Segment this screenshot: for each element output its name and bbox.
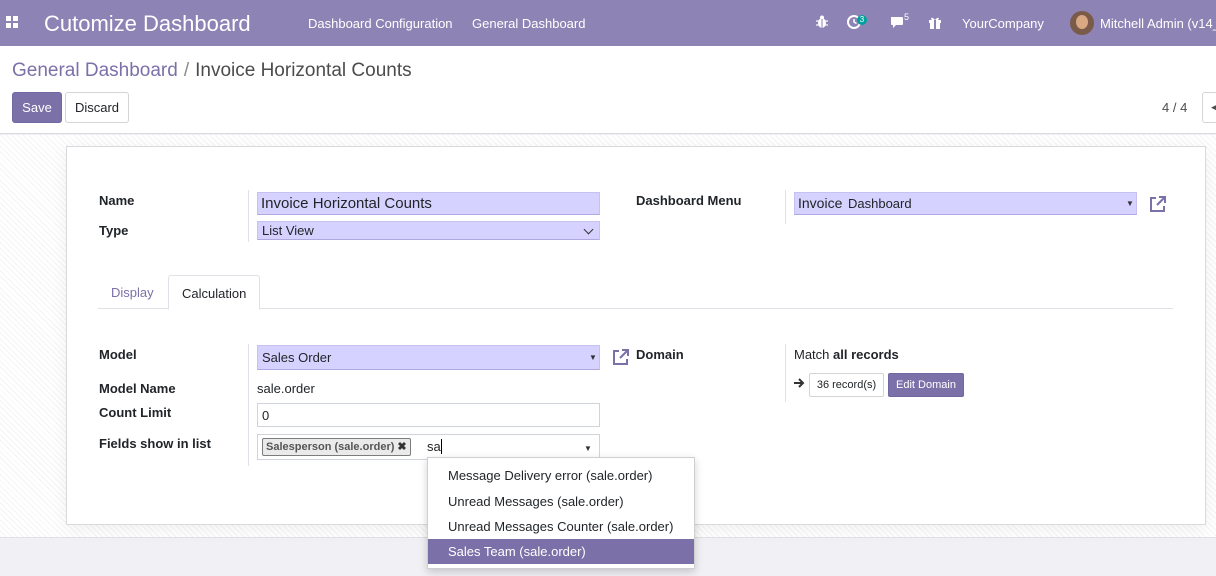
menu-general-dashboard[interactable]: General Dashboard bbox=[472, 16, 585, 31]
breadcrumb-separator: / bbox=[183, 60, 190, 81]
model-field[interactable]: Sales Order bbox=[257, 345, 600, 370]
field-tag: Salesperson (sale.order) ✖ bbox=[262, 438, 411, 456]
app-brand[interactable]: Cutomize Dashboard bbox=[44, 11, 251, 37]
model-name-value: sale.order bbox=[257, 381, 315, 396]
fields-list-label: Fields show in list bbox=[99, 436, 211, 451]
caret-down-icon: ▼ bbox=[1126, 199, 1134, 208]
notebook-tabs: Display Calculation bbox=[98, 275, 1173, 310]
dashboard-menu-field[interactable]: Invoice Dashboard bbox=[794, 192, 1137, 215]
apps-icon[interactable] bbox=[6, 16, 20, 30]
field-separator bbox=[248, 344, 249, 466]
dashboard-menu-value-b: Dashboard bbox=[847, 196, 912, 211]
breadcrumb-current: Invoice Horizontal Counts bbox=[195, 60, 412, 81]
name-label: Name bbox=[99, 193, 135, 208]
type-select-value: List View bbox=[262, 223, 314, 238]
field-tag-label: Salesperson (sale.order) bbox=[266, 441, 395, 453]
pager-previous-button[interactable]: ◀ bbox=[1202, 92, 1216, 123]
dropdown-item-highlighted[interactable]: Sales Team (sale.order) bbox=[428, 539, 694, 564]
domain-label: Domain bbox=[636, 347, 684, 362]
user-menu[interactable]: Mitchell Admin (v14_ bbox=[1100, 16, 1216, 31]
fields-search-text: sa bbox=[427, 439, 441, 454]
company-switcher[interactable]: YourCompany bbox=[962, 16, 1044, 31]
name-field[interactable]: Invoice Horizontal Counts bbox=[257, 192, 600, 215]
user-avatar[interactable] bbox=[1070, 11, 1094, 35]
breadcrumb: General Dashboard / Invoice Horizontal Cou… bbox=[12, 60, 412, 82]
gift-icon[interactable] bbox=[927, 14, 943, 30]
control-panel: General Dashboard / Invoice Horizontal Cou… bbox=[0, 46, 1216, 134]
text-cursor bbox=[441, 439, 442, 454]
domain-match-prefix: Match bbox=[794, 347, 830, 362]
autocomplete-dropdown: Message Delivery error (sale.order) Unre… bbox=[427, 457, 695, 569]
dashboard-menu-label: Dashboard Menu bbox=[636, 193, 742, 208]
count-limit-input[interactable]: 0 bbox=[257, 403, 600, 427]
pager-value[interactable]: 4 / 4 bbox=[1162, 100, 1187, 115]
dropdown-item[interactable]: Unread Messages (sale.order) bbox=[428, 489, 694, 514]
domain-match-scope: all records bbox=[833, 347, 899, 362]
message-count: 5 bbox=[904, 12, 910, 22]
tab-calculation[interactable]: Calculation bbox=[168, 275, 261, 310]
model-name-label: Model Name bbox=[99, 381, 176, 396]
bug-icon[interactable] bbox=[814, 14, 830, 30]
domain-match-text: Match all records bbox=[794, 347, 899, 362]
menu-dashboard-configuration[interactable]: Dashboard Configuration bbox=[308, 16, 453, 31]
breadcrumb-parent[interactable]: General Dashboard bbox=[12, 60, 178, 81]
dropdown-item[interactable]: Unread Messages Counter (sale.order) bbox=[428, 514, 694, 539]
activity-count-badge: 3 bbox=[857, 15, 867, 25]
arrow-right-icon bbox=[794, 378, 805, 388]
field-separator bbox=[248, 190, 249, 242]
external-link-icon[interactable] bbox=[611, 347, 631, 367]
model-field-value: Sales Order bbox=[262, 350, 332, 365]
dashboard-menu-value-a: Invoice bbox=[798, 195, 843, 211]
top-navbar: Cutomize Dashboard Dashboard Configurati… bbox=[0, 0, 1216, 46]
count-limit-label: Count Limit bbox=[99, 405, 172, 420]
type-label: Type bbox=[99, 223, 129, 238]
save-button[interactable]: Save bbox=[12, 92, 62, 123]
chevron-left-icon: ◀ bbox=[1211, 102, 1216, 112]
tab-display[interactable]: Display bbox=[98, 275, 167, 309]
chat-icon[interactable] bbox=[889, 14, 905, 30]
field-separator bbox=[785, 190, 786, 224]
external-link-icon[interactable] bbox=[1148, 194, 1168, 214]
records-count-button[interactable]: 36 record(s) bbox=[809, 373, 884, 397]
dropdown-item[interactable]: Message Delivery error (sale.order) bbox=[428, 463, 694, 488]
type-select[interactable]: List View bbox=[257, 221, 600, 240]
edit-domain-button[interactable]: Edit Domain bbox=[888, 373, 964, 397]
caret-down-icon: ▼ bbox=[584, 444, 592, 453]
remove-tag-icon[interactable]: ✖ bbox=[397, 441, 406, 453]
caret-down-icon: ▼ bbox=[589, 353, 597, 362]
field-separator bbox=[785, 344, 786, 402]
model-label: Model bbox=[99, 347, 137, 362]
discard-button[interactable]: Discard bbox=[65, 92, 129, 123]
